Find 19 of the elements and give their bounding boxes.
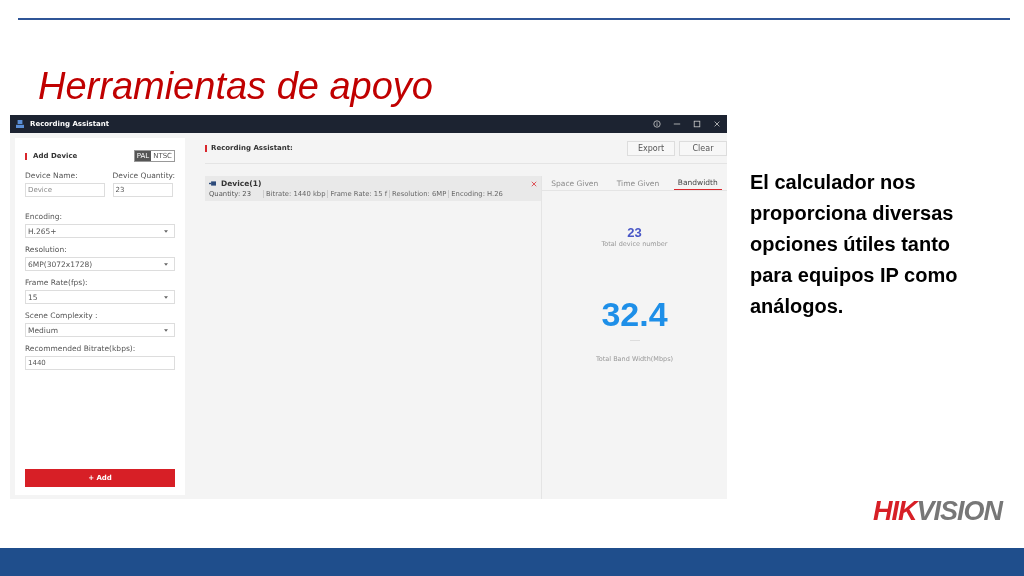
brand-logo: HIKVISION [872, 496, 1002, 527]
section-marker [25, 152, 27, 160]
caret-icon [164, 262, 168, 266]
toolbar-button[interactable]: Export [627, 140, 675, 156]
info-icon[interactable] [653, 120, 661, 128]
maximize-icon[interactable] [693, 120, 701, 128]
close-icon[interactable] [531, 180, 537, 187]
slide-text: El calculador nos proporciona diversas opciones útiles tanto para equipos IP como análogos. [750, 170, 959, 319]
minimize-icon[interactable] [673, 120, 681, 128]
caret-icon [164, 229, 168, 233]
caret-icon [164, 295, 168, 299]
app-icon [16, 120, 24, 128]
device-count: 23 [627, 225, 642, 240]
toolbar-button[interactable]: Clear [679, 140, 727, 156]
camera-icon [209, 181, 216, 186]
section-marker [205, 144, 207, 152]
caret-icon [164, 328, 168, 332]
bandwidth-value: 32.4 [601, 296, 668, 332]
slide-title: Herramientas de apoyo [38, 64, 434, 109]
